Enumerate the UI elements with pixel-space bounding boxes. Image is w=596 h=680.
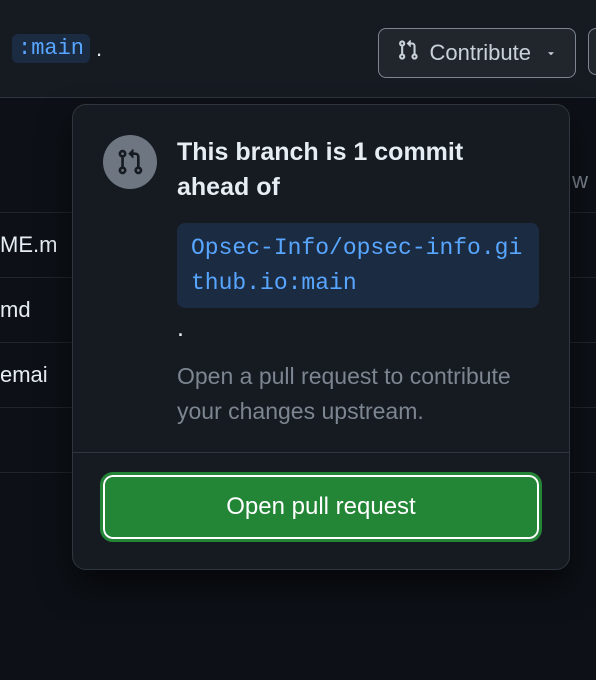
upstream-ref-link[interactable]: Opsec-Info/opsec-info.github.io:main <box>177 223 539 308</box>
comparison-bar: :main . Contribute <box>0 0 596 98</box>
popover-heading: This branch is 1 commit ahead of <box>177 135 539 205</box>
open-pull-request-button[interactable]: Open pull request <box>103 475 539 539</box>
popover-footer: Open pull request <box>73 453 569 569</box>
popover-body: This branch is 1 commit ahead of Opsec-I… <box>73 105 569 453</box>
file-name-partial: emai <box>0 362 48 388</box>
git-pull-request-icon <box>103 135 157 189</box>
caret-down-icon <box>545 47 557 59</box>
popover-content: This branch is 1 commit ahead of Opsec-I… <box>177 135 539 428</box>
adjacent-button-partial[interactable] <box>588 28 596 75</box>
commit-time-partial: w <box>572 168 596 194</box>
upstream-ref-text: Opsec-Info/opsec-info.github.io:main <box>191 235 522 296</box>
sentence-period: . <box>177 314 539 343</box>
contribute-popover: This branch is 1 commit ahead of Opsec-I… <box>72 104 570 570</box>
sentence-period: . <box>96 36 102 62</box>
git-pull-request-icon <box>397 39 419 67</box>
file-name-partial: ME.m <box>0 232 57 258</box>
popover-helper-text: Open a pull request to contribute your c… <box>177 359 539 428</box>
contribute-label: Contribute <box>429 40 531 66</box>
contribute-button[interactable]: Contribute <box>378 28 576 78</box>
base-branch-ref[interactable]: :main <box>12 34 90 63</box>
file-name-partial: md <box>0 297 31 323</box>
